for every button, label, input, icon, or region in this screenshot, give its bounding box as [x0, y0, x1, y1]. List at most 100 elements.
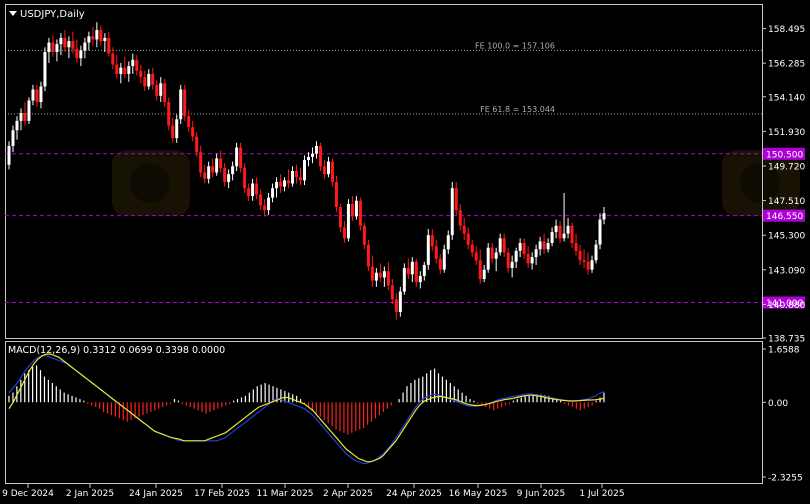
candle-body: [123, 67, 127, 74]
candle-body: [334, 181, 338, 208]
candle-body: [51, 42, 55, 52]
candle-body: [422, 264, 426, 276]
candle-body: [498, 238, 502, 253]
candle-body: [83, 42, 87, 51]
candle-body: [582, 260, 586, 262]
price-axis-label: 147.510: [768, 197, 805, 207]
candle-body: [111, 53, 115, 65]
candle-body: [231, 166, 235, 175]
candle-body: [147, 73, 151, 87]
candle-body: [506, 252, 510, 269]
candle-body: [291, 170, 295, 184]
candle-body: [426, 235, 430, 265]
candle-body: [71, 41, 75, 49]
candle-body: [386, 271, 390, 286]
candle-body: [522, 243, 526, 254]
candle-body: [151, 73, 155, 85]
candle-body: [263, 205, 267, 211]
candle-body: [79, 50, 83, 59]
candle-body: [454, 188, 458, 211]
candle-body: [330, 161, 334, 182]
candle-body: [95, 30, 99, 40]
candle-body: [183, 89, 187, 117]
candle-body: [466, 233, 470, 245]
candle-body: [275, 181, 279, 189]
candle-body: [502, 238, 506, 253]
candle-body: [187, 116, 191, 128]
candle-body: [566, 225, 570, 234]
macd-axis-label: -2.3255: [768, 474, 803, 484]
candle-body: [474, 252, 478, 261]
candle-body: [219, 158, 223, 168]
price-axis-label: 138.735: [768, 335, 805, 345]
candle-body: [586, 261, 590, 270]
symbol-title: USDJPY,Daily: [20, 9, 85, 20]
candle-body: [310, 153, 314, 157]
date-axis-label: 1 Jul 2025: [579, 489, 624, 499]
candle-body: [602, 213, 606, 220]
candle-body: [346, 203, 350, 239]
candle-body: [374, 272, 378, 281]
candle-body: [510, 261, 514, 269]
candle-body: [119, 67, 123, 74]
candle-body: [283, 180, 287, 187]
candle-body: [135, 59, 139, 71]
price-axis-label: 143.090: [768, 266, 805, 276]
price-axis-label: 151.930: [768, 128, 805, 138]
date-axis-label: 17 Feb 2025: [194, 489, 250, 499]
candle-body: [306, 156, 310, 161]
candle-body: [227, 174, 231, 182]
candle-body: [538, 241, 542, 250]
candle-body: [59, 37, 63, 45]
candle-body: [67, 41, 71, 48]
candle-body: [594, 244, 598, 261]
candle-body: [558, 225, 562, 239]
background: [0, 0, 810, 500]
candle-body: [179, 89, 183, 120]
candle-body: [598, 219, 602, 245]
candle-body: [450, 188, 454, 236]
candle-body: [402, 268, 406, 292]
candle-body: [534, 249, 538, 258]
candle-body: [418, 275, 422, 283]
candle-body: [159, 83, 163, 96]
symbol-title-group[interactable]: USDJPY,Daily: [9, 9, 85, 20]
candle-body: [574, 243, 578, 251]
candle-body: [127, 66, 131, 74]
candle-body: [191, 127, 195, 137]
candle-body: [139, 70, 143, 78]
level-price-label: 150.500: [766, 150, 803, 160]
candle-body: [514, 250, 518, 262]
candle-body: [303, 160, 307, 181]
candle-body: [163, 83, 167, 103]
candle-body: [287, 180, 291, 184]
candle-body: [7, 145, 11, 165]
candle-body: [358, 200, 362, 226]
candle-body: [143, 77, 147, 87]
candle-body: [271, 188, 275, 198]
chart-svg: FE 100.0 = 157.106 FE 61.8 = 153.044 150.5…: [0, 0, 810, 500]
candle-body: [47, 42, 51, 52]
date-axis-label: 2 Jan 2025: [66, 489, 114, 499]
candle-body: [203, 172, 207, 179]
candle-body: [107, 37, 111, 54]
candle-body: [87, 36, 91, 43]
candle-body: [578, 250, 582, 261]
candle-body: [103, 37, 107, 42]
candle-body: [199, 152, 203, 173]
candle-body: [494, 252, 498, 259]
price-axis-label: 149.720: [768, 162, 805, 172]
candle-body: [526, 253, 530, 264]
candle-body: [131, 59, 135, 67]
price-axis-label: 156.285: [768, 60, 805, 70]
candle-body: [207, 166, 211, 179]
date-axis-label: 24 Apr 2025: [386, 489, 442, 499]
candle-body: [43, 51, 47, 87]
candle-body: [390, 285, 394, 300]
candle-body: [155, 84, 159, 96]
candle-body: [15, 120, 19, 131]
date-axis-label: 9 Jun 2025: [517, 489, 565, 499]
candle-body: [338, 207, 342, 228]
macd-title: MACD(12,26,9) 0.3312 0.0699 0.3398 0.000…: [8, 345, 225, 356]
candle-body: [550, 232, 554, 244]
